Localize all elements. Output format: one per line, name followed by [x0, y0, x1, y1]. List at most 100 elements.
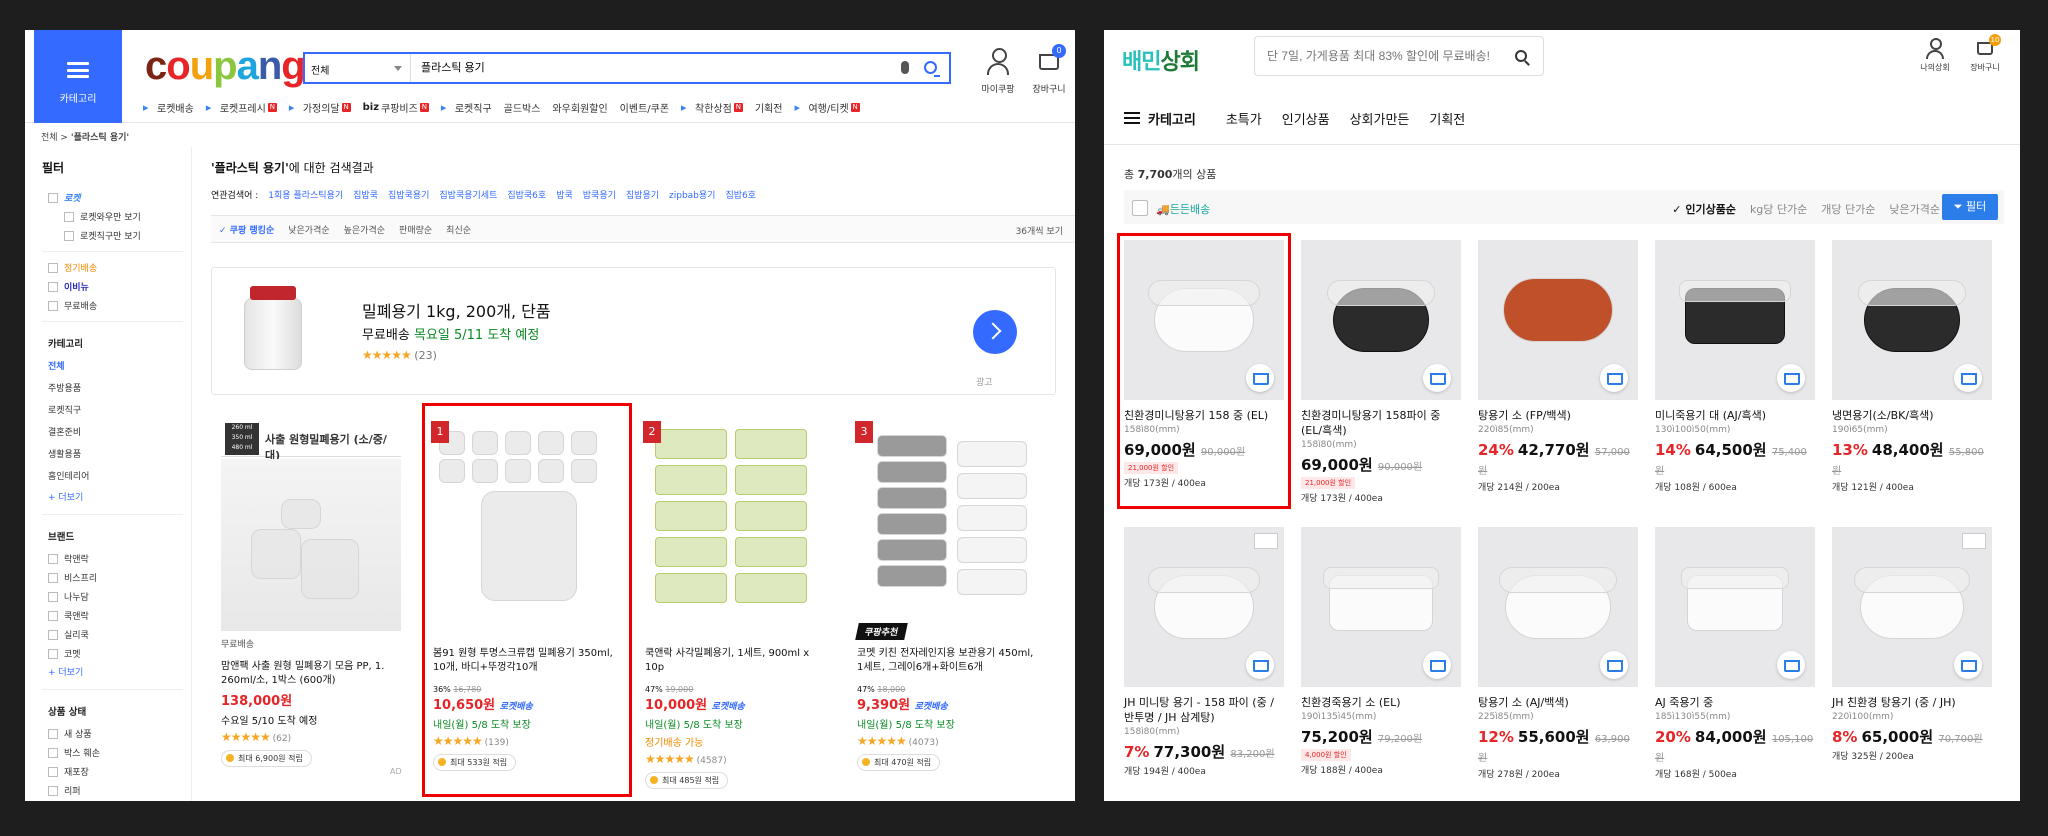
filter-rocket-wow[interactable]: 로켓와우만 보기 [34, 207, 191, 226]
nav-item-2[interactable]: ▸ 가정의달 N [289, 100, 351, 115]
status-option[interactable]: 재포장 [34, 762, 191, 781]
brand-more-link[interactable]: + 더보기 [34, 663, 191, 683]
search-input[interactable] [1267, 49, 1507, 63]
category-link[interactable]: 주방용품 [34, 378, 191, 400]
dd-delivery-label[interactable]: 🚚든든배송 [1156, 201, 1210, 217]
product-card[interactable]: 1 봄91 원형 투명스크류캡 밀폐용기 350ml, 10개, 바디+뚜껑각10… [423, 411, 623, 801]
my-store-button[interactable]: 나의상회 [1910, 38, 1960, 73]
nav-item-1[interactable]: ▸ 로켓프레시 N [206, 100, 277, 115]
baemin-logo[interactable]: 배민상회 [1122, 44, 1200, 76]
sort-option[interactable]: 최신순 [446, 223, 471, 236]
sort-option[interactable]: 낮은가격순 [1889, 201, 1940, 217]
product-card[interactable]: 2 쿡앤락 사각밀폐용기, 1세트, 900ml x 10p 47% 19,000 1… [635, 411, 835, 801]
related-keyword[interactable]: 집밥6호 [725, 188, 756, 201]
checkbox[interactable] [48, 192, 58, 203]
sort-option[interactable]: 낮은가격순 [288, 223, 329, 236]
add-to-cart-icon[interactable] [1600, 651, 1628, 679]
brands-option[interactable]: 락앤락 [34, 549, 191, 568]
search-scope-select[interactable]: 전체 [305, 54, 411, 82]
related-keyword[interactable]: 밥쿡 [556, 188, 573, 201]
related-keyword[interactable]: 집밥쿡 [353, 188, 378, 201]
product-image[interactable] [857, 421, 1037, 631]
nav-item-9[interactable]: 기획전 [755, 100, 783, 115]
add-to-cart-icon[interactable] [1246, 364, 1274, 392]
checkbox[interactable] [64, 211, 74, 222]
per-page-select[interactable]: 36개씩 보기 [1016, 224, 1063, 237]
category-link[interactable]: 홈인테리어 [34, 466, 191, 488]
product-card[interactable]: 3 쿠팡추천 코멧 키친 전자레인지용 보관용기 450ml, 1세트, 그레이6개… [847, 411, 1047, 801]
nav-item-8[interactable]: ▸ 착한상점 N [681, 100, 743, 115]
menu-item[interactable]: 인기상품 [1282, 109, 1330, 128]
add-to-cart-icon[interactable] [1423, 651, 1451, 679]
breadcrumb-home[interactable]: 전체 [41, 133, 58, 143]
add-to-cart-icon[interactable] [1954, 651, 1982, 679]
my-coupang-button[interactable]: 마이쿠팡 [973, 48, 1023, 95]
add-to-cart-icon[interactable] [1777, 364, 1805, 392]
menu-item[interactable]: 기획전 [1429, 109, 1465, 128]
checkbox[interactable] [48, 262, 58, 273]
checkbox[interactable] [48, 785, 58, 796]
brands-option[interactable]: 코멧 [34, 644, 191, 663]
filter-button[interactable]: ⏷ 필터 [1942, 194, 1998, 220]
product-name[interactable]: 봄91 원형 투명스크류캡 밀폐용기 350ml, 10개, 바디+뚜껑각10개 [433, 647, 618, 677]
status-option[interactable]: 새 상품 [34, 724, 191, 743]
coupang-logo[interactable]: coupang [145, 44, 306, 89]
filter-rocket-direct[interactable]: 로켓직구만 보기 [34, 226, 191, 245]
sort-option[interactable]: ✓ 인기상품순 [1672, 201, 1736, 217]
product-card[interactable]: JH 미니탕 용기 - 158 파이 (중 / 반투명 / JH 삼계탕) 158… [1124, 527, 1284, 797]
product-name[interactable]: 맘앤팩 사출 원형 밀폐용기 모음 PP, 1. 260ml/소, 1박스 (6… [221, 660, 406, 690]
filter-regular[interactable]: 정기배송 [34, 258, 191, 277]
checkbox[interactable] [48, 572, 58, 583]
product-card[interactable]: 탕용기 소 (FP/백색) 220ì85(mm) 24% 42,770원 57,000… [1478, 240, 1638, 510]
product-name[interactable]: 친환경죽용기 소 (EL) [1301, 695, 1461, 710]
product-name[interactable]: 친환경미니탕용기 158 중 (EL) [1124, 408, 1284, 423]
microphone-icon[interactable] [901, 61, 909, 74]
add-to-cart-icon[interactable] [1777, 651, 1805, 679]
brands-option[interactable]: 나누담 [34, 587, 191, 606]
product-card[interactable]: AJ 죽용기 중 185ì130ì55(mm) 20% 84,000원 105,100… [1655, 527, 1815, 797]
product-card[interactable]: 260 ml 350 ml 480 ml 사출 원형밀폐용기 (소/중/대) 무료배… [211, 411, 411, 801]
category-link[interactable]: 생활용품 [34, 444, 191, 466]
filter-rocket[interactable]: 로켓 [34, 188, 191, 207]
next-arrow-button[interactable] [973, 310, 1017, 354]
cart-button[interactable]: 10 장바구니 [1960, 34, 2010, 73]
checkbox[interactable] [64, 230, 74, 241]
ad-title[interactable]: 밀폐용기 1kg, 200개, 단품 [362, 298, 551, 322]
product-card[interactable]: 친환경미니탕용기 158 중 (EL) 158ì80(mm) 69,000원 90,… [1124, 240, 1284, 510]
add-to-cart-icon[interactable] [1954, 364, 1982, 392]
status-option[interactable]: 리퍼 [34, 781, 191, 800]
category-more-link[interactable]: + 더보기 [34, 488, 191, 508]
related-keyword[interactable]: 집밥용기 [626, 188, 659, 201]
sort-option[interactable]: ✓ 쿠팡 랭킹순 [219, 223, 274, 236]
product-name[interactable]: 냉면용기(소/BK/흑색) [1832, 408, 1992, 423]
product-card[interactable]: 친환경죽용기 소 (EL) 190ì135ì45(mm) 75,200원 79,20… [1301, 527, 1461, 797]
category-link[interactable]: 로켓직구 [34, 400, 191, 422]
add-to-cart-icon[interactable] [1600, 364, 1628, 392]
brands-option[interactable]: 실리쿡 [34, 625, 191, 644]
nav-item-4[interactable]: ▸ 로켓직구 [441, 100, 492, 115]
related-keyword[interactable]: 1회용 플라스틱용기 [268, 188, 343, 201]
product-card[interactable]: 친환경미니탕용기 158파이 중 (EL/흑색) 158ì80(mm) 69,000… [1301, 240, 1461, 510]
product-image[interactable] [645, 421, 825, 631]
sort-option[interactable]: 개당 단가순 [1821, 201, 1875, 217]
product-name[interactable]: 친환경미니탕용기 158파이 중 (EL/흑색) [1301, 408, 1461, 438]
search-input[interactable] [421, 54, 861, 82]
checkbox[interactable] [48, 610, 58, 621]
category-menu-button[interactable]: 카테고리 [1124, 109, 1196, 128]
product-name[interactable]: 코멧 키친 전자레인지용 보관용기 450ml, 1세트, 그레이6개+화이트6… [857, 647, 1042, 677]
search-icon[interactable] [924, 61, 940, 77]
filter-free-ship[interactable]: 무료배송 [34, 296, 191, 315]
product-card[interactable]: 냉면용기(소/BK/흑색) 190ì65(mm) 13% 48,400원 55,800… [1832, 240, 1992, 510]
related-keyword[interactable]: 집밥쿡용기세트 [439, 188, 497, 201]
ad-banner[interactable]: 밀폐용기 1kg, 200개, 단품 무료배송 목요일 5/11 도착 예정 ★… [211, 267, 1056, 395]
brands-option[interactable]: 쿡앤락 [34, 606, 191, 625]
product-card[interactable]: 탕용기 소 (AJ/백색) 225ì85(mm) 12% 55,600원 63,900… [1478, 527, 1638, 797]
add-to-cart-icon[interactable] [1423, 364, 1451, 392]
checkbox[interactable] [48, 747, 58, 758]
nav-item-3[interactable]: biz 쿠팡비즈 N [363, 100, 429, 115]
related-keyword[interactable]: 집밥쿡6호 [507, 188, 546, 201]
product-name[interactable]: JH 미니탕 용기 - 158 파이 (중 / 반투명 / JH 삼계탕) [1124, 695, 1284, 725]
dd-delivery-checkbox[interactable] [1132, 200, 1148, 216]
nav-item-10[interactable]: ▸ 여행/티켓 N [794, 100, 860, 115]
sort-option[interactable]: kg당 단가순 [1750, 201, 1807, 217]
